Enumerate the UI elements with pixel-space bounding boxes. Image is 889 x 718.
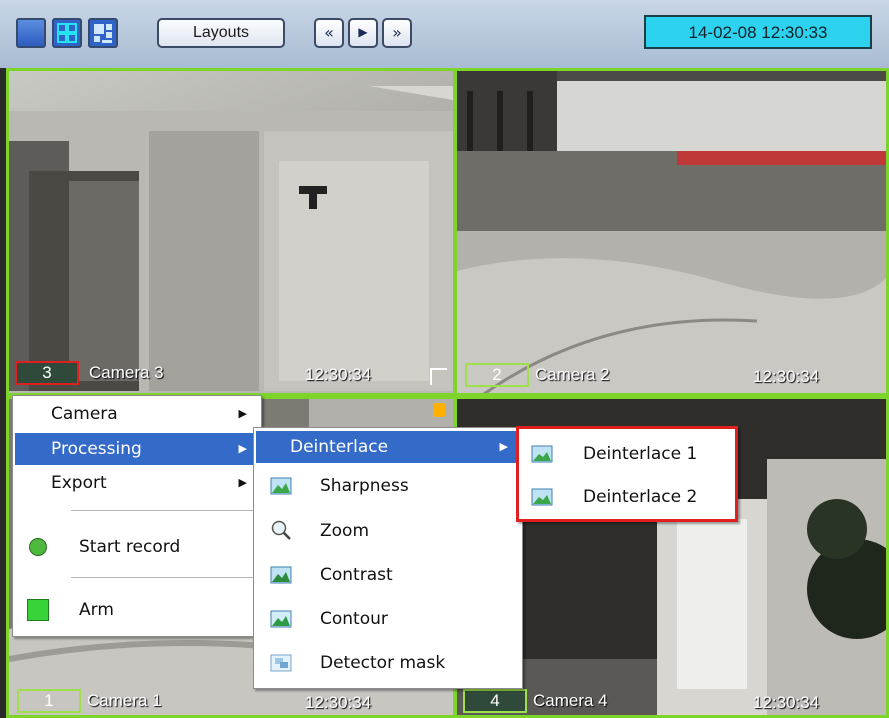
menu-item-start-record[interactable]: Start record: [15, 527, 259, 567]
contour-icon: [270, 610, 292, 628]
menu-item-processing[interactable]: Processing ▶: [15, 433, 259, 465]
camera-4-name: Camera 4: [533, 691, 608, 710]
camera-tile-3[interactable]: 3 Camera 3 12:30:34: [6, 68, 456, 396]
menu-item-export[interactable]: Export ▶: [15, 467, 259, 499]
forward-button[interactable]: »: [382, 18, 412, 48]
layout-single-button[interactable]: [16, 18, 46, 48]
camera-context-menu: Camera ▶ Processing ▶ Export ▶ Start rec…: [12, 395, 262, 637]
camera-1-number[interactable]: 1: [17, 689, 81, 713]
submenu-arrow-icon: ▶: [238, 476, 247, 489]
datetime-display: 14-02-08 12:30:33: [644, 15, 872, 49]
play-button[interactable]: ▶: [348, 18, 378, 48]
camera-4-number[interactable]: 4: [463, 689, 527, 713]
camera-3-feed: [9, 86, 453, 393]
deinterlace-icon: [531, 488, 553, 506]
camera-3-time: 12:30:34: [305, 365, 372, 384]
camera-4-time: 12:30:34: [753, 693, 820, 712]
camera-tile-2[interactable]: 2 Camera 2 12:30:34: [454, 68, 889, 396]
deinterlace-submenu: Deinterlace 1 Deinterlace 2: [516, 426, 738, 522]
arm-square-icon: [27, 599, 49, 621]
camera-1-name: Camera 1: [87, 691, 162, 710]
submenu-item-contrast[interactable]: Contrast: [256, 559, 520, 591]
submenu-arrow-icon: ▶: [238, 442, 247, 455]
submenu-arrow-icon: ▶: [238, 407, 247, 420]
deinterlace-icon: [531, 445, 553, 463]
submenu-item-deinterlace[interactable]: Deinterlace ▶: [256, 431, 520, 463]
deinterlace-2-item[interactable]: Deinterlace 2: [521, 478, 733, 516]
menu-separator: [71, 510, 257, 511]
magnifier-icon: [271, 520, 291, 540]
camera-2-name: Camera 2: [535, 365, 610, 384]
resize-corner-icon[interactable]: [429, 367, 449, 387]
submenu-item-zoom[interactable]: Zoom: [256, 515, 520, 547]
grid-2x2-icon: [57, 23, 77, 43]
toolbar: Layouts « ▶ » 14-02-08 12:30:33: [0, 0, 889, 68]
contrast-icon: [270, 566, 292, 584]
submenu-item-detector-mask[interactable]: Detector mask: [256, 647, 520, 679]
layouts-button[interactable]: Layouts: [157, 18, 285, 48]
record-dot-icon: [29, 538, 47, 556]
camera-3-name: Camera 3: [89, 363, 164, 382]
layout-multi-button[interactable]: [88, 18, 118, 48]
sharpness-icon: [270, 477, 292, 495]
grid-multi-icon: [94, 24, 112, 43]
submenu-item-sharpness[interactable]: Sharpness: [256, 470, 520, 502]
menu-item-camera[interactable]: Camera ▶: [15, 398, 259, 430]
rewind-button[interactable]: «: [314, 18, 344, 48]
menu-item-arm[interactable]: Arm: [15, 590, 259, 630]
submenu-item-contour[interactable]: Contour: [256, 603, 520, 635]
camera-3-number[interactable]: 3: [15, 361, 79, 385]
camera-1-time: 12:30:34: [305, 693, 372, 712]
audio-icon[interactable]: [433, 403, 445, 417]
deinterlace-1-item[interactable]: Deinterlace 1: [521, 435, 733, 473]
camera-2-number[interactable]: 2: [465, 363, 529, 387]
camera-2-time: 12:30:34: [753, 367, 820, 386]
layout-quad-button[interactable]: [52, 18, 82, 48]
camera-2-feed: [457, 71, 886, 393]
detector-mask-icon: [270, 654, 292, 672]
processing-submenu: Deinterlace ▶ Sharpness Zoom Contrast Co…: [253, 427, 523, 689]
menu-separator: [71, 577, 257, 578]
submenu-arrow-icon: ▶: [499, 440, 508, 453]
